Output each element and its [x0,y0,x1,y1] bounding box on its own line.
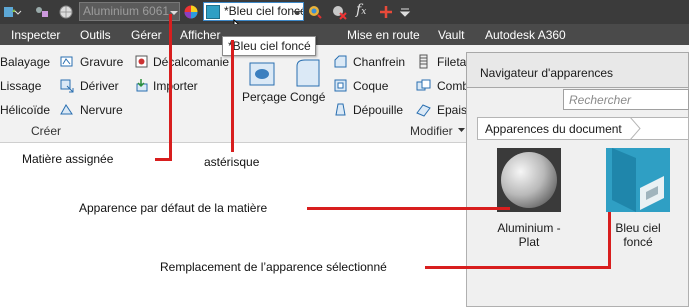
swatch-label-aluminium: Aluminium - Plat [497,221,561,249]
derive-icon [60,79,74,93]
thread-icon [419,54,428,69]
helicoide-button[interactable]: Hélicoïde [0,103,50,117]
group-label-modifier: Modifier [410,124,453,138]
draft-icon [335,103,346,116]
adjust-appearance-icon[interactable] [307,4,323,20]
percage-button[interactable]: Perçage [242,90,287,104]
quick-access-toolbar: Aluminium 6061 *Bleu ciel foncé fx [0,0,689,24]
search-input[interactable]: Rechercher [563,89,689,110]
annotation-line [155,158,172,161]
rib-icon [60,104,73,115]
annotation-line [169,14,172,160]
conge-button[interactable]: Congé [290,90,325,104]
fillet-icon [296,59,320,87]
color-wheel-icon[interactable] [183,4,199,20]
aluminium-swatch[interactable] [497,148,561,212]
annotation-override: Remplacement de l’apparence sélectionné [160,260,387,274]
menu-gerer[interactable]: Gérer [131,28,162,42]
add-icon[interactable] [378,4,394,20]
chanfrein-button[interactable]: Chanfrein [353,55,405,69]
annotation-line [231,40,234,152]
breadcrumb-chevron-icon [629,117,641,140]
group-label-creer: Créer [31,124,62,138]
bleu-ciel-swatch[interactable] [606,148,670,212]
annotation-assigned-material: Matière assignée [22,152,114,166]
annotation-default-appearance: Apparence par défaut de la matière [79,201,268,215]
panel-title: Navigateur d'apparences [480,66,614,80]
chevron-down-icon[interactable] [14,4,22,20]
deriver-button[interactable]: Dériver [80,79,119,93]
decal-icon [135,55,148,68]
annotation-line [307,207,510,210]
lissage-button[interactable]: Lissage [0,79,41,93]
import-icon [136,79,148,92]
search-placeholder: Rechercher [569,93,632,107]
group-dropdown-icon[interactable] [457,127,466,134]
material-combo[interactable]: Aluminium 6061 [79,2,180,21]
chamfer-icon [334,55,347,68]
nervure-button[interactable]: Nervure [80,103,123,117]
menu-afficher[interactable]: Afficher [180,28,220,42]
annotation-line [425,266,610,269]
menu-mise-en-route[interactable]: Mise en route [347,28,420,42]
gravure-button[interactable]: Gravure [80,55,123,69]
appearance-tooltip: *Bleu ciel foncé [222,36,316,56]
appearance-dropdown-icon[interactable] [291,4,303,20]
menu-vault[interactable]: Vault [438,28,464,42]
thicken-icon [416,104,431,117]
emboss-icon [60,56,73,67]
breadcrumb[interactable]: Apparences du document [477,117,689,140]
hole-icon [249,62,275,86]
breadcrumb-label: Apparences du document [485,122,622,136]
clear-appearance-icon[interactable] [331,4,347,20]
coque-button[interactable]: Coque [353,79,388,93]
depouille-button[interactable]: Dépouille [353,103,403,117]
appearance-swatch [206,5,220,19]
swatch-label-bleu-ciel: Bleu ciel foncé [615,221,661,249]
annotation-line [608,212,611,269]
balayage-button[interactable]: Balayage [0,55,50,69]
sphere-icon[interactable] [58,4,74,20]
menu-outils[interactable]: Outils [80,28,111,42]
decalcomanie-button[interactable]: Décalcomanie [153,55,229,69]
fx-icon[interactable]: fx [356,2,366,18]
shell-icon [334,79,347,92]
importer-button[interactable]: Importer [153,79,198,93]
annotation-asterisk: astérisque [204,155,260,169]
customize-icon[interactable] [398,4,412,20]
combine-icon [416,79,431,91]
measure-icon[interactable] [34,4,50,20]
menu-autodesk-a360[interactable]: Autodesk A360 [485,28,566,42]
material-combo-value: Aluminium 6061 [83,4,170,18]
menu-inspecter[interactable]: Inspecter [11,28,60,42]
